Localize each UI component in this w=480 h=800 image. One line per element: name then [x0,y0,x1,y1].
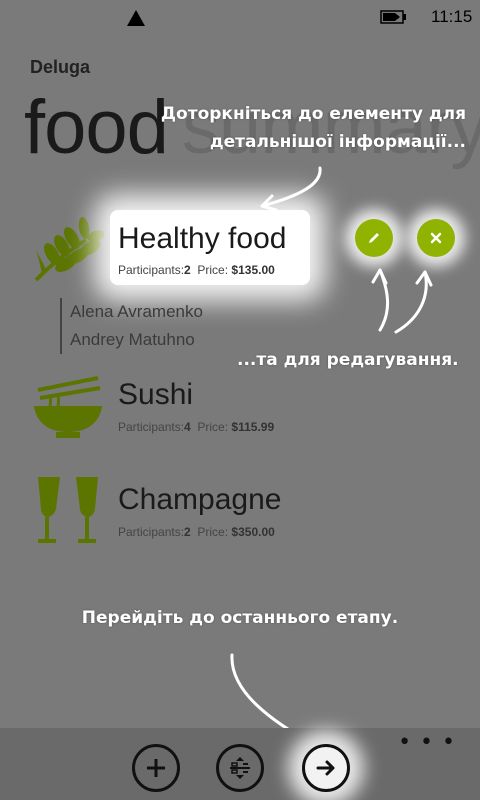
participant-name: Alena Avramenko [70,302,203,321]
highlighted-item-card[interactable]: Healthy food Participants:2 Price: $135.… [110,210,310,285]
item-meta: Participants:2 Price: $350.00 [118,525,275,539]
app-title: Deluga [30,57,91,77]
noodle-bowl-icon [34,376,102,438]
more-options-button[interactable]: • • • [398,732,456,754]
item-name: Champagne [118,483,282,516]
signal-icon [127,10,145,26]
battery-charging-icon [380,10,406,24]
pencil-icon [369,233,379,243]
add-button[interactable] [132,744,180,792]
list-item[interactable]: Champagne Participants:2 Price: $350.00 [0,475,480,555]
item-name: Healthy food [118,222,287,255]
list-item[interactable]: Sushi Participants:4 Price: $115.99 [0,370,480,450]
hint-edit: ...та для редагування. [237,350,459,370]
champagne-glasses-icon [38,477,98,543]
edit-button[interactable] [355,219,393,257]
clock-time: 11:15 [431,7,473,26]
participants-list: Alena Avramenko Andrey Matuhno [60,298,203,354]
participant-name: Andrey Matuhno [70,330,195,349]
arrow-right-icon [316,760,335,776]
split-icon [230,757,250,779]
split-button[interactable] [216,744,264,792]
application-bar: • • • [0,728,480,800]
status-bar: 11:15 [0,0,480,34]
hint-tap-item: Доторкніться до елементу для детальнішої… [160,104,466,152]
hint-next-step: Перейдіть до останнього етапу. [81,608,399,628]
wheat-icon [34,217,105,282]
item-meta: Participants:4 Price: $115.99 [118,420,275,434]
item-meta: Participants:2 Price: $135.00 [118,263,275,277]
delete-button[interactable] [417,219,455,257]
item-name: Sushi [118,378,194,411]
plus-icon [147,759,165,777]
next-step-button[interactable] [302,744,350,792]
close-icon [430,232,442,244]
